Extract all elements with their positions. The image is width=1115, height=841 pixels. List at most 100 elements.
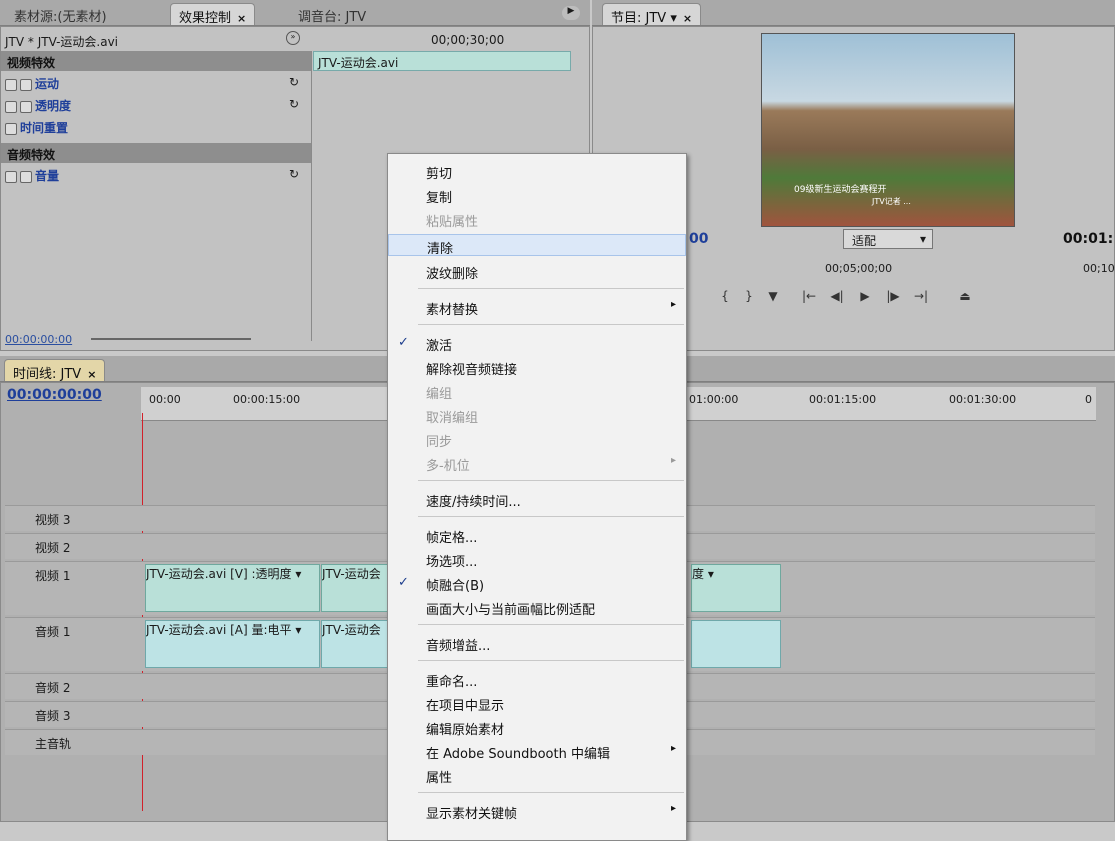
ruler-label: 00:01:30:00 <box>949 393 1017 406</box>
ruler-label: 00:00 <box>149 393 181 406</box>
menu-item-clear[interactable]: 清除 <box>388 234 686 257</box>
frame-caption: 09级新生运动会赛程开 <box>794 185 887 195</box>
mark-in-icon[interactable]: { <box>713 289 737 307</box>
expand-icon[interactable] <box>5 122 17 135</box>
effect-item-motion[interactable]: 运动 <box>5 75 59 95</box>
play-icon[interactable]: ▶ <box>853 289 877 307</box>
program-frame: 09级新生运动会赛程开 JTV记者 ... <box>761 33 1015 227</box>
audio-clip-2[interactable]: JTV-运动会 <box>321 620 391 668</box>
menu-separator <box>418 324 684 325</box>
video-clip[interactable]: JTV-运动会.avi [V] :透明度 ▾ <box>145 564 320 612</box>
video-clip-3[interactable]: 度 ▾ <box>691 564 781 612</box>
transport-controls: { } ▼ |← ◀| ▶ |▶ →| ⏏ <box>713 289 993 339</box>
menu-item-field-options[interactable]: 场选项... <box>388 548 686 570</box>
tab-timeline[interactable]: 时间线: JTV × <box>4 359 106 382</box>
go-to-in-icon[interactable]: |← <box>797 289 821 307</box>
submenu-arrow-icon: ▸ <box>670 803 676 814</box>
check-icon: ✓ <box>398 575 409 590</box>
submenu-arrow-icon: ▸ <box>670 743 676 754</box>
ruler-label: 0 <box>1085 393 1092 406</box>
chevron-down-icon[interactable]: ▾ <box>670 11 677 26</box>
toggle-icon[interactable] <box>20 100 32 113</box>
menu-item-edit-in-soundbooth[interactable]: 在 Adobe Soundbooth 中编辑 ▸ <box>388 740 686 762</box>
toggle-icon[interactable] <box>20 78 32 91</box>
menu-item-copy[interactable]: 复制 <box>388 184 686 206</box>
lift-icon[interactable]: ⏏ <box>953 289 977 307</box>
menu-item-scale-to-frame[interactable]: 画面大小与当前画幅比例适配 <box>388 596 686 618</box>
menu-item-unlink[interactable]: 解除视音频链接 <box>388 356 686 378</box>
mark-out-icon[interactable]: } <box>737 289 761 307</box>
menu-item-enable[interactable]: ✓ 激活 <box>388 332 686 354</box>
zoom-slider[interactable] <box>91 338 251 340</box>
close-icon[interactable]: × <box>87 368 96 381</box>
submenu-arrow-icon: ▸ <box>670 455 676 466</box>
menu-item-properties[interactable]: 属性 <box>388 764 686 786</box>
program-ruler-mid: 00;05;00;00 <box>825 262 893 275</box>
ruler-label: 00:01:15:00 <box>809 393 877 406</box>
menu-separator <box>418 516 684 517</box>
chevron-down-icon: ▾ <box>919 232 926 246</box>
close-icon[interactable]: × <box>237 12 246 25</box>
menu-separator <box>418 624 684 625</box>
menu-item-paste-attributes: 粘贴属性 <box>426 215 479 230</box>
menu-item-audio-gain[interactable]: 音频增益... <box>388 632 686 654</box>
reset-icon[interactable]: ↻ <box>289 97 299 111</box>
video-clip-2[interactable]: JTV-运动会 <box>321 564 391 612</box>
program-tabbar: 节目: JTV ▾ × <box>592 0 1115 26</box>
expand-icon[interactable] <box>5 78 17 91</box>
menu-item-multi-camera: 多-机位 ▸ <box>426 455 676 474</box>
expand-icon[interactable] <box>5 100 17 113</box>
top-left-tabbar: 素材源:(无素材) 效果控制 × 调音台: JTV ▶ <box>0 0 590 26</box>
menu-item-group: 编组 <box>426 387 453 402</box>
tab-program[interactable]: 节目: JTV ▾ × <box>602 3 702 26</box>
program-timecode-left: 00 <box>689 231 709 247</box>
show-timeline-icon[interactable]: » <box>286 31 300 45</box>
menu-item-sync: 同步 <box>426 435 453 450</box>
audio-effects-header: 音频特效 <box>1 143 311 163</box>
audio-clip[interactable]: JTV-运动会.avi [A] 量:电平 ▾ <box>145 620 320 668</box>
program-ruler-right: 00;10 <box>1083 262 1115 275</box>
menu-item-show-clip-keyframes[interactable]: 显示素材关键帧 ▸ <box>388 800 686 822</box>
fit-select[interactable]: 适配 ▾ <box>843 229 933 249</box>
tab-source[interactable]: 素材源:(无素材) <box>6 3 115 25</box>
panel-divider <box>311 51 312 341</box>
menu-item-reveal-in-project[interactable]: 在项目中显示 <box>388 692 686 714</box>
frame-caption-2: JTV记者 ... <box>872 197 911 206</box>
reset-icon[interactable]: ↻ <box>289 167 299 181</box>
tab-audio-mixer[interactable]: 调音台: JTV <box>290 3 374 25</box>
effect-item-time-remap[interactable]: 时间重置 <box>5 119 68 139</box>
menu-item-rename[interactable]: 重命名... <box>388 668 686 690</box>
clip-path-label: JTV * JTV-运动会.avi <box>5 35 119 49</box>
menu-item-cut[interactable]: 剪切 <box>388 160 686 182</box>
go-to-out-icon[interactable]: →| <box>909 289 933 307</box>
menu-item-ripple-delete[interactable]: 波纹删除 <box>388 260 686 282</box>
submenu-arrow-icon: ▸ <box>670 299 676 310</box>
context-menu: 剪切 复制 粘贴属性 清除 波纹删除 素材替换 ▸ ✓ 激活 解除视音频链接 编组 … <box>387 153 687 841</box>
tab-effect-controls[interactable]: 效果控制 × <box>170 3 256 26</box>
check-icon: ✓ <box>398 335 409 350</box>
toggle-icon[interactable] <box>20 170 32 183</box>
menu-item-ungroup: 取消编组 <box>426 411 479 426</box>
close-icon[interactable]: × <box>683 12 692 25</box>
menu-separator <box>418 288 684 289</box>
menu-item-frame-blend[interactable]: ✓ 帧融合(B) <box>388 572 686 594</box>
panel-menu-icon[interactable]: ▶ <box>562 6 580 20</box>
ruler-label: 00:00:15:00 <box>233 393 301 406</box>
ruler-label: 01:00:00 <box>689 393 739 406</box>
timeline-timecode[interactable]: 00:00:00:00 <box>7 387 102 403</box>
audio-clip-3[interactable] <box>691 620 781 668</box>
expand-icon[interactable] <box>5 170 17 183</box>
step-forward-icon[interactable]: |▶ <box>881 289 905 307</box>
marker-icon[interactable]: ▼ <box>761 289 785 307</box>
step-back-icon[interactable]: ◀| <box>825 289 849 307</box>
menu-item-replace-footage[interactable]: 素材替换 ▸ <box>388 296 686 318</box>
menu-item-edit-original[interactable]: 编辑原始素材 <box>388 716 686 738</box>
menu-item-frame-hold[interactable]: 帧定格... <box>388 524 686 546</box>
effect-item-opacity[interactable]: 透明度 <box>5 97 71 117</box>
footer-time[interactable]: 00:00:00:00 <box>5 333 72 346</box>
reset-icon[interactable]: ↻ <box>289 75 299 89</box>
effect-item-volume[interactable]: 音量 <box>5 167 59 187</box>
program-timecode-right: 00:01: <box>1063 231 1114 247</box>
video-effects-header: 视频特效 <box>1 51 311 71</box>
menu-item-speed-duration[interactable]: 速度/持续时间... <box>388 488 686 510</box>
